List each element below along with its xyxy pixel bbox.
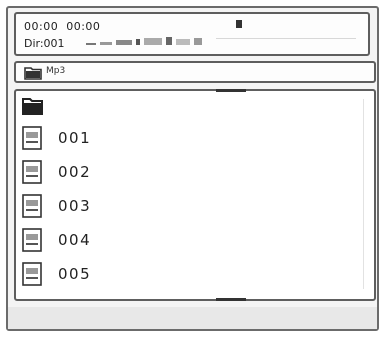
level-meter-icon [86,37,202,45]
scrollbar[interactable] [363,99,364,289]
audio-file-icon [22,194,42,218]
parent-folder-item[interactable] [22,91,322,121]
time-elapsed: 00:00 [24,20,59,33]
file-name: 003 [58,197,92,215]
status-panel: 00:00 00:00 Dir:001 [14,12,370,56]
audio-file-icon [22,126,42,150]
parent-folder-icon [22,98,43,115]
file-name: 002 [58,163,92,181]
scroll-down-marker [216,298,246,301]
file-name: 005 [58,265,92,283]
file-list: 001 002 003 004 005 [14,89,376,301]
list-item[interactable]: 003 [22,191,322,221]
position-marker [236,20,242,28]
audio-file-icon [22,262,42,286]
file-name: 001 [58,129,92,147]
time-total: 00:00 [66,20,101,33]
list-item[interactable]: 005 [22,259,322,289]
audio-file-icon [22,228,42,252]
path-label: Mp3 [46,66,66,76]
progress-track [216,38,356,39]
list-item[interactable]: 001 [22,123,322,153]
list-item[interactable]: 002 [22,157,322,187]
audio-file-icon [22,160,42,184]
path-bar: Mp3 [14,61,376,83]
time-readout: 00:00 00:00 [24,20,100,33]
list-item[interactable]: 004 [22,225,322,255]
folder-icon [24,67,42,80]
directory-label: Dir:001 [24,37,65,50]
footer-bar [8,307,377,329]
file-name: 004 [58,231,92,249]
